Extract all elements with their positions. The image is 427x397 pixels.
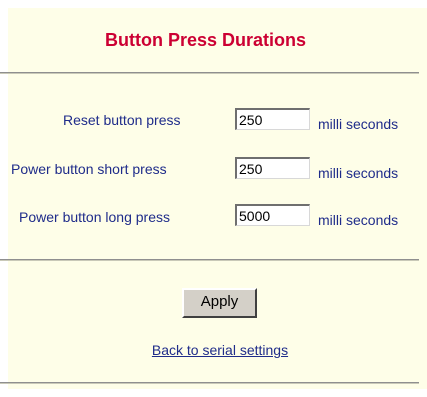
page-title: Button Press Durations: [104, 30, 307, 50]
settings-panel: [8, 8, 427, 389]
power-button-long-press-unit: milli seconds: [318, 212, 399, 228]
form-divider: [0, 259, 419, 261]
power-button-long-press-input[interactable]: [235, 204, 310, 226]
title-divider: [0, 72, 419, 74]
reset-button-press-label: Reset button press: [63, 112, 181, 128]
power-button-long-press-label: Power button long press: [19, 209, 170, 225]
power-button-short-press-label: Power button short press: [11, 161, 167, 177]
apply-button[interactable]: Apply: [182, 288, 257, 318]
reset-button-press-unit: milli seconds: [318, 116, 399, 132]
power-button-short-press-input[interactable]: [235, 157, 310, 179]
power-button-short-press-unit: milli seconds: [318, 165, 399, 181]
reset-button-press-input[interactable]: [235, 108, 310, 130]
footer-divider: [0, 382, 419, 384]
back-to-serial-settings-link[interactable]: Back to serial settings: [0, 342, 427, 358]
